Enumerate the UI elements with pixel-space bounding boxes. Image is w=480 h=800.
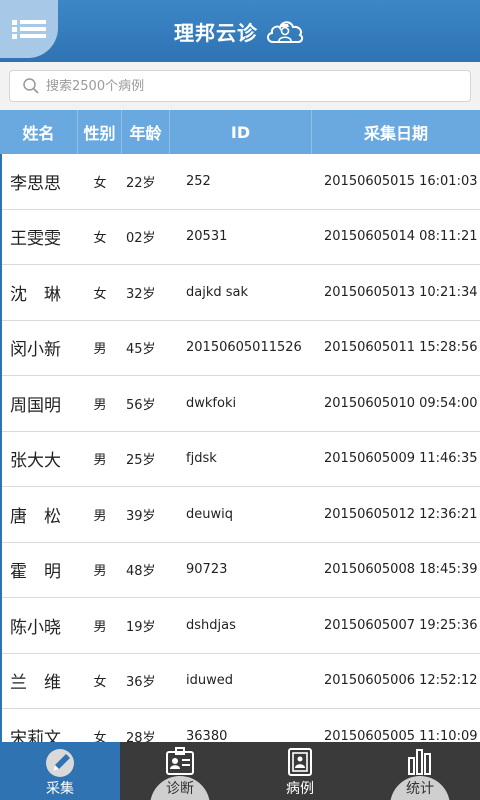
table-row[interactable]: 周国明 男 56岁 dwkfoki 20150605010 09:54:00 bbox=[2, 376, 480, 432]
cell-sex: 女 bbox=[93, 675, 107, 691]
table-row[interactable]: 唐 松 男 39岁 deuwiq 20150605012 12:36:21 bbox=[2, 487, 480, 543]
search-input[interactable] bbox=[46, 78, 446, 94]
nav-item-collect[interactable]: 采集 bbox=[0, 742, 120, 800]
cell-sex: 女 bbox=[93, 730, 107, 742]
cell-id: dwkfoki bbox=[186, 395, 237, 411]
table-row[interactable]: 宋莉文 女 28岁 36380 20150605005 11:10:09 bbox=[2, 709, 480, 742]
cell-age: 32岁 bbox=[126, 286, 156, 302]
doctor-cloud-icon bbox=[267, 21, 304, 43]
cell-id: iduwed bbox=[186, 673, 233, 689]
cell-sex: 男 bbox=[93, 508, 107, 524]
cell-date: 20150605011 15:28:56 bbox=[324, 340, 478, 356]
table-row[interactable]: 张大大 男 25岁 fjdsk 20150605009 11:46:35 bbox=[2, 431, 480, 487]
cell-age: 45岁 bbox=[126, 342, 156, 358]
nav-item-records[interactable]: 病例 bbox=[240, 742, 360, 800]
cell-age: 19岁 bbox=[126, 619, 156, 635]
search-box[interactable] bbox=[9, 70, 471, 102]
cell-date: 20150605012 12:36:21 bbox=[324, 506, 478, 522]
cell-name: 宋莉文 bbox=[10, 728, 61, 742]
table-row[interactable]: 霍 明 男 48岁 90723 20150605008 18:45:39 bbox=[2, 542, 480, 598]
table-row[interactable]: 兰 维 女 36岁 iduwed 20150605006 12:52:12 bbox=[2, 653, 480, 709]
cell-date: 20150605009 11:46:35 bbox=[324, 451, 478, 467]
cell-sex: 女 bbox=[93, 286, 107, 302]
cell-sex: 女 bbox=[93, 175, 107, 191]
cell-age: 28岁 bbox=[126, 730, 156, 742]
bottom-nav: 采集 诊断 病例 统计 bbox=[0, 742, 480, 800]
cell-id: dajkd sak bbox=[186, 284, 249, 300]
table-row[interactable]: 沈 琳 女 32岁 dajkd sak 20150605013 10:21:34 bbox=[2, 265, 480, 321]
cell-sex: 男 bbox=[93, 342, 107, 358]
cell-name: 李思思 bbox=[10, 173, 61, 194]
cell-id: 36380 bbox=[186, 728, 228, 742]
cell-id: 90723 bbox=[186, 562, 228, 578]
bar-chart-icon bbox=[408, 749, 431, 775]
cell-id: dshdjas bbox=[186, 617, 236, 633]
nav-item-statistics[interactable]: 统计 bbox=[360, 742, 480, 800]
cell-id: deuwiq bbox=[186, 506, 233, 522]
app-title: 理邦云诊 bbox=[174, 20, 258, 45]
app-header: 理邦云诊 bbox=[0, 0, 480, 62]
cell-id: 252 bbox=[186, 173, 211, 189]
cell-date: 20150605015 16:01:03 bbox=[324, 173, 478, 189]
cell-date: 20150605008 18:45:39 bbox=[324, 562, 478, 578]
cell-name: 周国明 bbox=[10, 395, 61, 416]
nav-label-statistics: 统计 bbox=[406, 781, 434, 797]
cell-age: 39岁 bbox=[126, 508, 156, 524]
cell-date: 20150605007 19:25:36 bbox=[324, 617, 478, 633]
cell-age: 48岁 bbox=[126, 564, 156, 580]
pen-icon bbox=[46, 749, 74, 777]
record-book-icon bbox=[288, 748, 312, 776]
cell-date: 20150605005 11:10:09 bbox=[324, 728, 478, 742]
nav-label-diagnose: 诊断 bbox=[166, 781, 194, 797]
search-bar bbox=[0, 62, 480, 110]
patient-table: 李思思女 22岁 252 20150605015 16:01:03 王雯雯女 02岁 205… bbox=[0, 154, 480, 742]
table-row[interactable]: 闵小新 男 45岁 20150605011526 20150605011 15:28:5… bbox=[2, 320, 480, 376]
cell-name: 兰 维 bbox=[10, 673, 61, 694]
cell-sex: 男 bbox=[93, 619, 107, 635]
cell-age: 36岁 bbox=[126, 675, 156, 691]
cell-age: 02岁 bbox=[126, 231, 156, 247]
cell-age: 25岁 bbox=[126, 453, 156, 469]
cell-id: 20531 bbox=[186, 229, 228, 245]
cell-name: 闵小新 bbox=[10, 340, 61, 361]
column-header-sex[interactable]: 性别 bbox=[78, 110, 122, 154]
table-header: 姓名 性别 年龄 ID 采集日期 bbox=[0, 110, 480, 154]
cell-age: 22岁 bbox=[126, 175, 156, 191]
nav-item-diagnose[interactable]: 诊断 bbox=[120, 742, 240, 800]
column-header-name[interactable]: 姓名 bbox=[0, 110, 78, 154]
cell-id: 20150605011526 bbox=[186, 340, 302, 356]
cell-date: 20150605014 08:11:21 bbox=[324, 229, 478, 245]
id-card-icon bbox=[166, 747, 194, 775]
column-header-age[interactable]: 年龄 bbox=[122, 110, 170, 154]
cell-sex: 男 bbox=[93, 397, 107, 413]
column-header-date[interactable]: 采集日期 bbox=[312, 110, 480, 154]
nav-label-collect: 采集 bbox=[46, 781, 74, 797]
cell-sex: 男 bbox=[93, 453, 107, 469]
table-row[interactable]: 王雯雯 女 02岁 20531 20150605014 08:11:21 bbox=[2, 209, 480, 265]
cell-date: 20150605010 09:54:00 bbox=[324, 395, 478, 411]
cell-name: 王雯雯 bbox=[10, 229, 61, 250]
cell-name: 沈 琳 bbox=[10, 284, 61, 305]
table-row[interactable]: 李思思 女 22岁 252 20150605015 16:01:03 bbox=[2, 154, 480, 210]
cell-age: 56岁 bbox=[126, 397, 156, 413]
search-icon bbox=[23, 78, 39, 94]
cell-id: fjdsk bbox=[186, 451, 217, 467]
cell-date: 20150605013 10:21:34 bbox=[324, 284, 478, 300]
nav-label-records: 病例 bbox=[286, 781, 314, 797]
cell-name: 唐 松 bbox=[10, 506, 61, 527]
column-header-id[interactable]: ID bbox=[170, 110, 312, 154]
cell-sex: 男 bbox=[93, 564, 107, 580]
cell-name: 张大大 bbox=[10, 451, 61, 472]
cell-name: 陈小晓 bbox=[10, 617, 61, 638]
cell-name: 霍 明 bbox=[10, 562, 61, 583]
cell-sex: 女 bbox=[93, 231, 107, 247]
table-row[interactable]: 陈小晓 男 19岁 dshdjas 20150605007 19:25:36 bbox=[2, 598, 480, 654]
cell-date: 20150605006 12:52:12 bbox=[324, 673, 478, 689]
